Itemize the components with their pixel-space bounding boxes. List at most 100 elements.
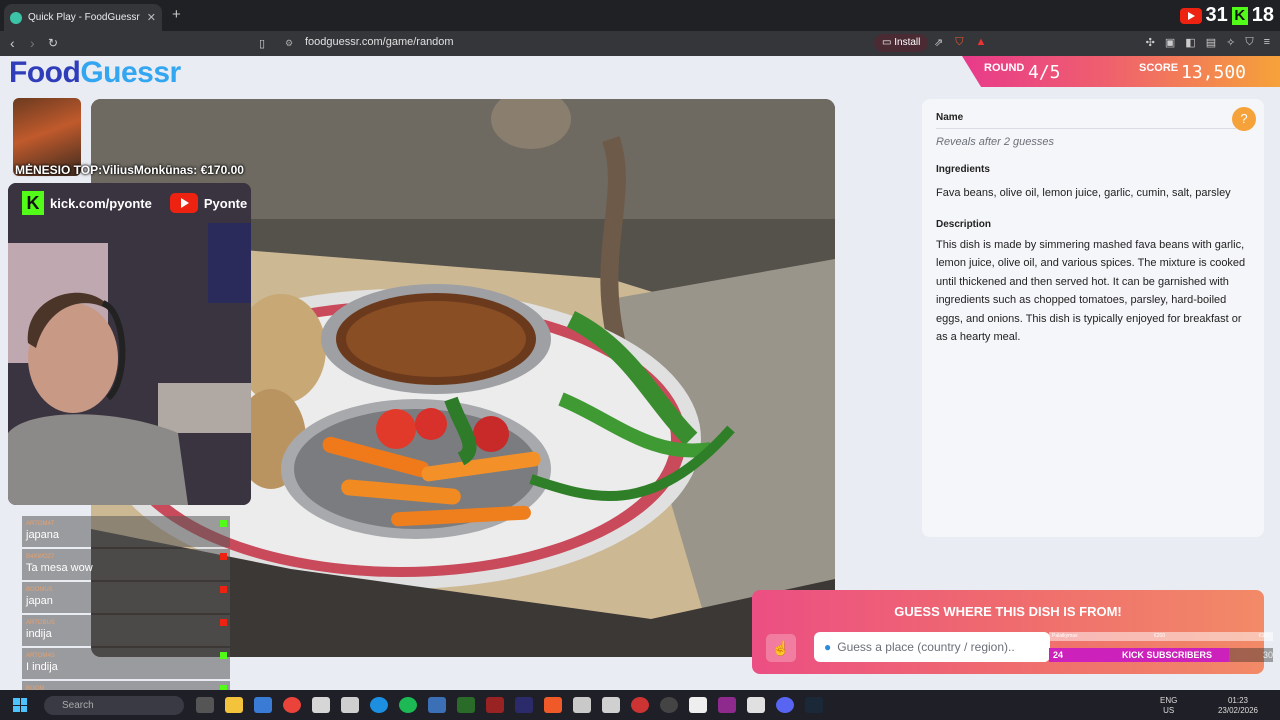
kick-icon: K	[1231, 6, 1248, 25]
subs-count: 24	[1053, 650, 1064, 660]
guess-title: GUESS WHERE THIS DISH IS FROM!	[894, 604, 1122, 619]
app-icon[interactable]	[573, 697, 591, 713]
app-icon[interactable]	[486, 697, 504, 713]
toolbar-icons: ✣ ▣ ◧ ▤ ✧ ⛉ ≡	[1146, 36, 1270, 49]
extensions-icon[interactable]: ✣	[1146, 36, 1155, 49]
logo-part-guessr: Guessr	[80, 56, 181, 89]
logo-part-food: Food	[9, 56, 81, 89]
language-indicator[interactable]: ENG US	[1160, 696, 1177, 716]
brave-icon[interactable]	[544, 697, 562, 713]
url-field[interactable]: foodguessr.com/game/random	[305, 36, 454, 48]
subs-target: 30	[1262, 650, 1273, 660]
help-icon[interactable]: ?	[1232, 107, 1256, 131]
score-value: 13,500	[1181, 62, 1247, 83]
chat-message: B4XWO27 Ta mesa wow	[22, 549, 230, 580]
subs-label: KICK SUBSCRIBERS	[1122, 650, 1213, 660]
forward-icon[interactable]: ›	[30, 35, 35, 51]
close-tab-icon[interactable]: ✕	[147, 11, 156, 24]
chrome-icon[interactable]	[283, 697, 301, 713]
install-label: Install	[894, 37, 921, 48]
premiere-icon[interactable]	[515, 697, 533, 713]
score-label: SCORE	[1139, 62, 1179, 74]
ingredients-heading: Ingredients	[936, 164, 990, 175]
back-icon[interactable]: ‹	[10, 35, 15, 51]
app-icon[interactable]	[602, 697, 620, 713]
kick-icon	[220, 520, 227, 527]
chat-message: ARTOBUS indija	[22, 615, 230, 646]
tab-title: Quick Play - FoodGuessr | FoodG	[28, 12, 141, 23]
support-label: Palaikymas	[1052, 633, 1078, 639]
install-button[interactable]: ▭ Install	[874, 34, 929, 52]
task-view-icon[interactable]	[196, 697, 214, 713]
support-goal-right: €100	[1258, 633, 1270, 639]
chat-message: ARTOM4T japana	[22, 516, 230, 547]
windows-taskbar: Search ENG US 01:23 23/02/2026	[0, 690, 1280, 720]
chat-user: ARTOM4T	[26, 521, 55, 527]
app-icon[interactable]	[747, 697, 765, 713]
app-icon[interactable]	[341, 697, 359, 713]
taskbar-search[interactable]: Search	[44, 696, 184, 715]
wallet-icon[interactable]: ▤	[1206, 36, 1216, 49]
clock-date: 23/02/2026	[1217, 706, 1258, 715]
kick-logo-icon: K	[22, 191, 44, 215]
brave-shield-icon[interactable]: ⛉	[955, 36, 963, 49]
youtube-icon	[220, 586, 227, 593]
steam-icon[interactable]	[805, 697, 823, 713]
site-info-icon[interactable]: ⚙	[285, 38, 293, 49]
browser-tab[interactable]: Quick Play - FoodGuessr | FoodG ✕	[4, 4, 162, 31]
spotify-icon[interactable]	[399, 697, 417, 713]
youtube-logo-icon	[169, 193, 198, 213]
description-heading: Description	[936, 218, 992, 230]
obs-icon[interactable]	[660, 697, 678, 713]
chat-text: Ta mesa wow	[26, 562, 93, 574]
chat-message: ARTOM4S I indija	[22, 648, 230, 679]
dish-info-card: ? Name Reveals after 2 guesses Ingredien…	[922, 99, 1264, 537]
subscriber-goal: Palaikymas €200 €100 24 KICK SUBSCRIBERS…	[1049, 632, 1273, 662]
reload-icon[interactable]: ↻	[48, 36, 58, 50]
language-code: ENG	[1160, 696, 1178, 705]
vpn-icon[interactable]: ⛉	[1245, 36, 1253, 49]
globe-icon: ●	[824, 640, 832, 654]
hand-pointer-icon[interactable]: ☝	[766, 634, 796, 662]
name-heading: Name	[936, 112, 964, 123]
app-icon[interactable]	[689, 697, 707, 713]
rewards-icon[interactable]: ▲	[975, 36, 986, 49]
support-goal-amount: €200	[1154, 633, 1166, 639]
tab-groups-icon[interactable]: ▣	[1165, 36, 1175, 49]
youtube-channel: Pyonte	[203, 195, 248, 211]
share-icon[interactable]: ⇗	[934, 36, 943, 49]
address-bar: ‹ › ↻ ▯ ⚙ foodguessr.com/game/random ▭ I…	[0, 31, 1280, 56]
site-favicon-icon	[10, 11, 22, 24]
bookmark-icon[interactable]: ▯	[259, 37, 265, 50]
kick-icon	[220, 652, 227, 659]
game-app-icon[interactable]	[457, 697, 475, 713]
clock[interactable]: 01:23 23/02/2026	[1218, 696, 1258, 716]
notepad-icon[interactable]	[312, 697, 330, 713]
chat-user: ARTOBUS	[26, 620, 55, 626]
tf-app-icon[interactable]	[718, 697, 736, 713]
discord-icon[interactable]	[776, 697, 794, 713]
chat-text: japan	[26, 595, 53, 607]
clock-time: 01:23	[1227, 696, 1248, 705]
photos-icon[interactable]	[428, 697, 446, 713]
menu-icon[interactable]: ≡	[1264, 36, 1270, 49]
address-actions: ⇗ ⛉ ▲	[934, 36, 986, 49]
chat-user: BOOMUS	[26, 587, 53, 593]
language-region: US	[1163, 706, 1175, 715]
youtube-icon	[220, 553, 227, 560]
edge-icon[interactable]	[370, 697, 388, 713]
browser-tab-bar: Quick Play - FoodGuessr | FoodG ✕ + 31 K…	[0, 0, 1280, 31]
leo-icon[interactable]: ✧	[1226, 36, 1235, 49]
sidebar-icon[interactable]: ◧	[1185, 36, 1195, 49]
new-tab-button[interactable]: +	[172, 6, 181, 23]
foodguessr-logo[interactable]: FoodGuessr	[9, 56, 181, 90]
chat-user: ARTOM4S	[26, 653, 55, 659]
social-links: K kick.com/pyonte Pyonte	[22, 191, 247, 215]
name-hint: Reveals after 2 guesses	[936, 136, 1055, 148]
monthly-top-donor: MĖNESIO TOP:ViliusMonkūnas: €170.00	[15, 163, 244, 177]
windows-start-icon[interactable]	[13, 698, 27, 712]
guess-input[interactable]: ● Guess a place (country / region)..	[814, 632, 1050, 662]
store-icon[interactable]	[254, 697, 272, 713]
recorder-icon[interactable]	[631, 697, 649, 713]
file-explorer-icon[interactable]	[225, 697, 243, 713]
